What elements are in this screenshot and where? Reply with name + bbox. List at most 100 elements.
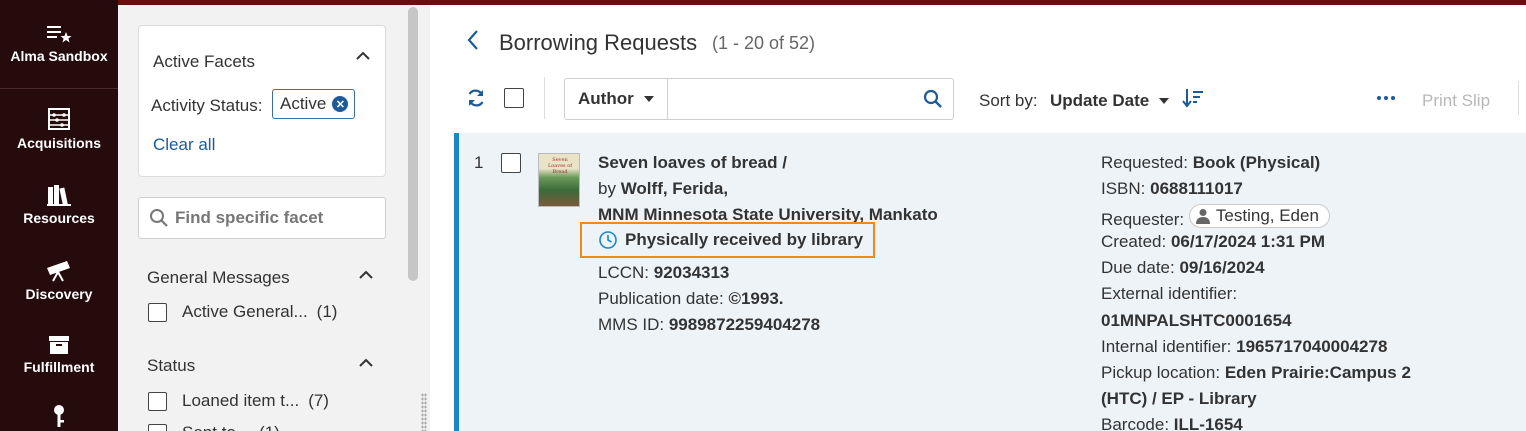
pubdate-value: ©1993. xyxy=(728,289,784,308)
main-content: Borrowing Requests (1 - 20 of 52) Author… xyxy=(430,5,1526,431)
back-arrow-icon[interactable] xyxy=(466,29,480,51)
facet-item-count: (1) xyxy=(316,302,338,321)
result-row[interactable]: 1 Seven Loaves of Bread Seven loaves of … xyxy=(454,133,1526,431)
record-title[interactable]: Seven loaves of bread / xyxy=(598,153,787,173)
active-facets-box: Active Facets Activity Status: Active ✕ … xyxy=(138,25,386,177)
book-cover-thumbnail[interactable]: Seven Loaves of Bread xyxy=(538,153,580,207)
author-name: Wolff, Ferida, xyxy=(620,179,729,198)
panel-resize-handle[interactable] xyxy=(421,393,427,431)
activity-status-label: Activity Status: xyxy=(151,96,263,115)
int-label: Internal identifier: xyxy=(1101,337,1232,356)
results-count: (1 - 20 of 52) xyxy=(712,33,816,53)
lccn-field: LCCN: 92034313 xyxy=(598,263,729,283)
facet-item[interactable]: Sent to... (1) xyxy=(148,423,280,431)
external-id-label: External identifier: xyxy=(1101,284,1238,303)
facet-panel: Active Facets Activity Status: Active ✕ … xyxy=(118,5,430,431)
int-value: 1965717040004278 xyxy=(1236,337,1388,356)
caret-down-icon xyxy=(1159,98,1170,104)
telescope-icon xyxy=(47,261,70,282)
facet-checkbox[interactable] xyxy=(148,423,167,431)
facet-item-count: (1) xyxy=(259,423,280,431)
nav-label: Alma Sandbox xyxy=(10,48,108,64)
isbn-label: ISBN: xyxy=(1101,179,1146,198)
nav-label: Fulfillment xyxy=(23,359,95,375)
person-icon xyxy=(1195,209,1210,224)
nav-label: Discovery xyxy=(25,286,93,302)
facet-item[interactable]: Active General... (1) xyxy=(148,302,337,322)
pubdate-label: Publication date: xyxy=(598,289,724,308)
search-box[interactable] xyxy=(667,78,954,120)
requester-name: Testing, Eden xyxy=(1215,206,1319,225)
request-status: Physically received by library xyxy=(580,222,875,258)
facet-group-status[interactable]: Status xyxy=(147,356,195,376)
chip-label: Active xyxy=(280,94,327,113)
page-title: Borrowing Requests xyxy=(499,30,698,55)
nav-label: Acquisitions xyxy=(16,135,101,151)
row-checkbox[interactable] xyxy=(501,153,521,173)
record-author: by Wolff, Ferida, xyxy=(598,179,728,199)
nav-resources[interactable]: Resources xyxy=(0,184,118,226)
due-label: Due date: xyxy=(1101,258,1175,277)
facet-search-input[interactable] xyxy=(175,208,375,228)
facet-item-count: (7) xyxy=(308,391,329,410)
toolbar-divider xyxy=(1518,81,1519,115)
search-icon xyxy=(150,209,168,227)
mms-value: 9989872259404278 xyxy=(668,315,821,334)
row-number: 1 xyxy=(474,153,484,172)
nav-divider xyxy=(0,88,118,89)
nav-label: Resources xyxy=(23,210,95,226)
key-icon xyxy=(54,405,64,427)
facet-group-general-messages[interactable]: General Messages xyxy=(147,268,290,288)
facet-scrollbar-thumb[interactable] xyxy=(408,7,418,281)
active-facets-title: Active Facets xyxy=(153,52,256,71)
nav-admin[interactable] xyxy=(0,404,118,431)
due-date-field: Due date: 09/16/2024 xyxy=(1101,258,1265,278)
refresh-icon[interactable] xyxy=(466,88,486,108)
active-facet-chip[interactable]: Active ✕ xyxy=(272,89,356,119)
facet-checkbox[interactable] xyxy=(148,391,167,411)
facet-checkbox[interactable] xyxy=(148,302,167,322)
pickup-label: Pickup location: xyxy=(1101,363,1221,382)
pickup-value-cont: (HTC) / EP - Library xyxy=(1101,389,1257,408)
pickup-value: Eden Prairie:Campus 2 xyxy=(1224,363,1411,382)
sort-select[interactable]: Update Date xyxy=(1050,91,1170,111)
toolbar-divider xyxy=(544,77,545,119)
nav-alma-sandbox[interactable]: Alma Sandbox xyxy=(0,24,118,64)
created-field: Created: 06/17/2024 1:31 PM xyxy=(1101,232,1325,252)
facet-item[interactable]: Loaned item t... (7) xyxy=(148,391,329,411)
internal-id-field: Internal identifier: 1965717040004278 xyxy=(1101,337,1387,357)
requested-value: Book (Physical) xyxy=(1192,153,1321,172)
archive-box-icon xyxy=(49,336,69,354)
nav-discovery[interactable]: Discovery xyxy=(0,260,118,302)
facet-search-box[interactable] xyxy=(138,197,386,239)
status-text: Physically received by library xyxy=(625,230,864,249)
publication-date-field: Publication date: ©1993. xyxy=(598,289,784,309)
thumbnail-title: Seven Loaves of Bread xyxy=(547,157,573,175)
sort-direction-icon[interactable] xyxy=(1182,88,1204,108)
search-field-label: Author xyxy=(578,89,634,108)
nav-acquisitions[interactable]: Acquisitions xyxy=(0,107,118,151)
external-id-value: 01MNPALSHTC0001654 xyxy=(1101,311,1292,330)
facet-item-label: Loaned item t... xyxy=(182,391,300,410)
chevron-up-icon[interactable] xyxy=(358,357,374,369)
nav-fulfillment[interactable]: Fulfillment xyxy=(0,335,118,375)
select-all-checkbox[interactable] xyxy=(504,88,524,108)
search-icon[interactable] xyxy=(923,89,943,109)
search-field-select[interactable]: Author xyxy=(564,78,668,120)
chevron-up-icon[interactable] xyxy=(355,50,371,62)
created-value: 06/17/2024 1:31 PM xyxy=(1170,232,1325,251)
print-slip-button[interactable]: Print Slip xyxy=(1422,91,1490,111)
clear-all-link[interactable]: Clear all xyxy=(153,135,215,155)
search-input[interactable] xyxy=(676,79,916,117)
remove-chip-icon[interactable]: ✕ xyxy=(332,96,349,112)
more-options-icon[interactable] xyxy=(1376,90,1396,106)
chevron-up-icon[interactable] xyxy=(358,269,374,281)
barcode-field: Barcode: ILL-1654 xyxy=(1101,415,1243,431)
abacus-icon xyxy=(48,108,70,130)
lccn-label: LCCN: xyxy=(598,263,650,282)
sort-label: Sort by: xyxy=(979,91,1038,110)
requester-chip[interactable]: Testing, Eden xyxy=(1188,204,1330,228)
mms-id-field: MMS ID: 9989872259404278 xyxy=(598,315,820,335)
books-icon xyxy=(47,185,71,206)
author-prefix: by xyxy=(598,179,621,198)
